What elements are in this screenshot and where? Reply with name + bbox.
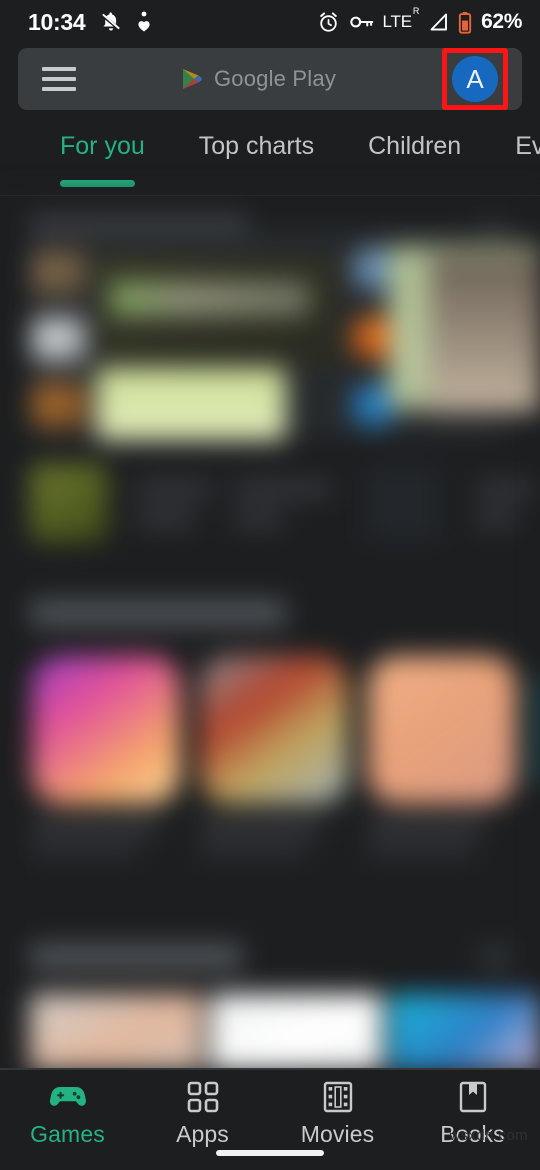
phone-screen: 10:34 LTER 62% Google Play A For you Top… — [0, 0, 540, 1170]
app-icon — [368, 656, 516, 804]
app-subtitle-placeholder — [368, 844, 472, 856]
home-gesture-bar[interactable] — [216, 1150, 324, 1156]
content-section-suggested[interactable] — [0, 578, 540, 908]
nav-item-games[interactable]: Games — [0, 1080, 135, 1148]
tab-for-you-label: For you — [60, 132, 145, 160]
category-tabs[interactable]: For you Top charts Children Even — [0, 124, 540, 196]
active-tab-indicator — [60, 180, 135, 187]
google-play-icon — [182, 68, 202, 90]
search-input[interactable]: Google Play — [214, 66, 336, 92]
alarm-icon — [317, 11, 340, 34]
section-more-button[interactable] — [480, 946, 510, 968]
app-card[interactable] — [32, 656, 180, 856]
content-section-promo[interactable] — [0, 196, 540, 546]
promo-thumb-column — [32, 252, 86, 442]
app-icon — [536, 656, 540, 804]
app-icon — [200, 656, 348, 804]
search-bar-container: Google Play A — [0, 48, 540, 114]
hamburger-menu-icon[interactable] — [42, 67, 76, 91]
app-icon — [32, 656, 180, 804]
nav-item-games-label: Games — [30, 1121, 105, 1147]
nav-item-movies-label: Movies — [300, 1121, 375, 1147]
tab-children-label: Children — [368, 132, 462, 160]
app-subtitle-placeholder — [32, 844, 136, 856]
film-strip-icon — [323, 1080, 353, 1114]
battery-percent-label: 62% — [481, 10, 522, 33]
app-card[interactable] — [536, 656, 540, 804]
section-title-placeholder — [30, 944, 242, 970]
gamepad-icon — [49, 1080, 87, 1114]
tab-top-charts[interactable]: Top charts — [199, 124, 314, 161]
app-title-placeholder — [200, 820, 322, 834]
notifications-off-icon — [99, 10, 123, 34]
promo-row-thumbs[interactable] — [24, 464, 540, 556]
status-bar-clock: 10:34 — [28, 8, 86, 35]
promo-card-tan — [430, 254, 540, 412]
nav-item-apps-label: Apps — [176, 1121, 229, 1147]
network-type-label: LTER — [382, 6, 420, 31]
tab-events-label: Even — [515, 132, 540, 160]
app-title-placeholder — [32, 820, 160, 834]
status-bar-left-icons — [99, 10, 152, 34]
featured-card[interactable] — [210, 994, 382, 1070]
battery-icon — [458, 11, 472, 34]
app-card[interactable] — [368, 656, 516, 856]
grid-apps-icon — [187, 1080, 219, 1114]
app-title-placeholder — [368, 820, 484, 834]
nav-item-movies[interactable]: Movies — [270, 1080, 405, 1148]
tab-top-charts-label: Top charts — [198, 132, 315, 160]
heart-person-icon — [136, 11, 152, 33]
app-subtitle-placeholder — [200, 844, 304, 856]
tab-for-you[interactable]: For you — [60, 124, 145, 187]
account-avatar-button[interactable]: A — [442, 48, 508, 110]
vpn-key-icon — [349, 13, 374, 31]
search-placeholder-group[interactable]: Google Play — [76, 66, 442, 92]
signal-icon — [427, 12, 449, 32]
site-watermark: wsxdn.com — [449, 1127, 528, 1144]
status-bar-right-icons: LTER 62% — [317, 6, 522, 34]
tab-children[interactable]: Children — [368, 124, 461, 161]
tab-events[interactable]: Even — [515, 124, 540, 161]
promo-image-dark — [96, 256, 342, 366]
featured-card[interactable] — [30, 994, 202, 1070]
featured-card[interactable] — [390, 994, 540, 1070]
app-card[interactable] — [200, 656, 348, 856]
main-content-blurred[interactable] — [0, 196, 540, 1070]
nav-item-apps[interactable]: Apps — [135, 1080, 270, 1148]
search-bar[interactable]: Google Play A — [18, 48, 522, 110]
status-bar: 10:34 LTER 62% — [0, 0, 540, 44]
book-bookmark-icon — [459, 1080, 487, 1114]
promo-image-green — [96, 368, 286, 440]
section-title-placeholder — [30, 600, 286, 626]
avatar[interactable]: A — [452, 56, 498, 102]
content-section-featured[interactable] — [0, 926, 540, 1070]
